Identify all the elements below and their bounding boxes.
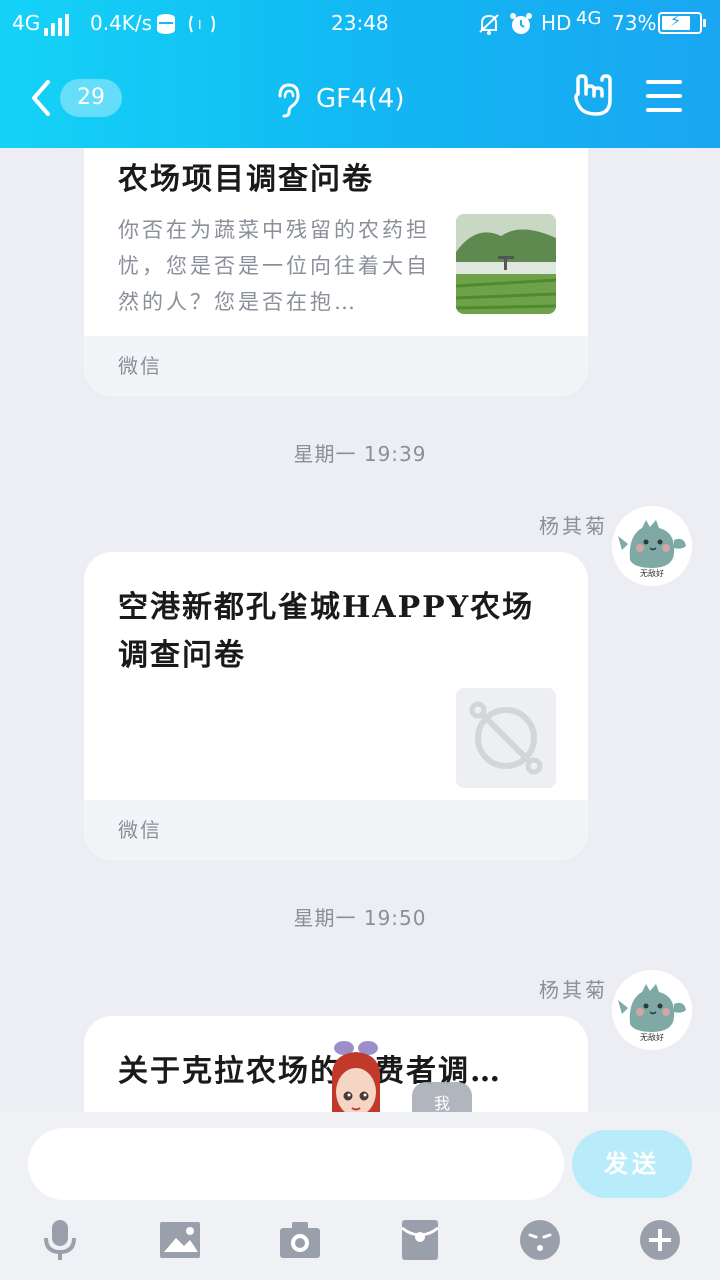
hd-indicator: HD: [541, 11, 572, 35]
shared-link-card[interactable]: 农场项目调查问卷 你否在为蔬菜中残留的农药担忧，您是否是一位向往着大自然的人？您…: [84, 148, 588, 396]
network-type-right: 4G: [576, 8, 602, 29]
shared-link-card[interactable]: 空港新都孔雀城HAPPY农场 调查问卷 微信: [84, 552, 588, 860]
battery-icon: ⚡: [658, 11, 706, 34]
microphone-icon[interactable]: [38, 1218, 82, 1262]
timestamp: 星期一 19:39: [293, 442, 427, 466]
network-type: 4G: [12, 11, 41, 35]
card-description: 你否在为蔬菜中残留的农药担忧，您是否是一位向往着大自然的人？您是否在抱…: [118, 218, 430, 314]
plus-icon[interactable]: [638, 1218, 682, 1262]
avatar[interactable]: 无敌好: [612, 970, 692, 1050]
image-icon[interactable]: [158, 1218, 202, 1262]
chevron-left-icon: [32, 80, 50, 116]
red-packet-icon[interactable]: [398, 1218, 442, 1262]
card-title-line-1: 空港新都孔雀城HAPPY农场: [118, 590, 535, 625]
header: 4G 0.4K/s I 23:48 HD 4G 73% ⚡ 29 GF4(4): [0, 0, 720, 148]
card-title: 农场项目调查问卷: [118, 162, 374, 197]
card-footer: 微信: [84, 800, 588, 860]
avatar-caption: 无敌好: [640, 1033, 664, 1042]
rock-hand-icon[interactable]: [570, 74, 614, 118]
chat-area[interactable]: 农场项目调查问卷 你否在为蔬菜中残留的农药担忧，您是否是一位向往着大自然的人？您…: [0, 148, 720, 1112]
navbar: 29 GF4(4): [0, 48, 720, 148]
back-button[interactable]: 29: [30, 78, 130, 120]
card-footer: 微信: [84, 336, 588, 396]
mute-bell-icon: [479, 14, 499, 35]
ear-icon: [278, 83, 300, 118]
avatar[interactable]: 无敌好: [612, 506, 692, 586]
data-saver-icon: [157, 14, 175, 34]
sender-name: 杨其菊: [539, 978, 608, 1002]
planet-icon: [469, 701, 543, 775]
card-thumbnail: [456, 214, 556, 314]
emoji-icon[interactable]: [518, 1218, 562, 1262]
hotspot-icon: I: [189, 15, 215, 33]
card-source: 微信: [118, 818, 162, 842]
timestamp: 星期一 19:50: [293, 906, 427, 930]
unread-count-badge: 29: [60, 79, 122, 117]
status-bar: 4G 0.4K/s I 23:48 HD 4G 73% ⚡: [0, 0, 720, 48]
message-input[interactable]: [28, 1128, 564, 1200]
chat-title: GF4(4): [316, 84, 405, 114]
menu-icon[interactable]: [646, 80, 682, 112]
card-source: 微信: [118, 354, 162, 378]
alarm-icon: [510, 13, 532, 34]
battery-percent: 73%: [612, 11, 657, 35]
network-speed: 0.4K/s: [90, 11, 153, 35]
card-thumbnail-placeholder: [456, 688, 556, 788]
signal-icon: [44, 14, 74, 36]
avatar-caption: 无敌好: [640, 569, 664, 578]
sender-name: 杨其菊: [539, 514, 608, 538]
camera-icon[interactable]: [278, 1218, 322, 1262]
clock: 23:48: [331, 11, 389, 35]
input-bar: 发送: [0, 1112, 720, 1280]
send-button[interactable]: 发送: [572, 1130, 692, 1198]
card-title-line-2: 调查问卷: [118, 638, 246, 673]
svg-text:I: I: [198, 18, 202, 32]
